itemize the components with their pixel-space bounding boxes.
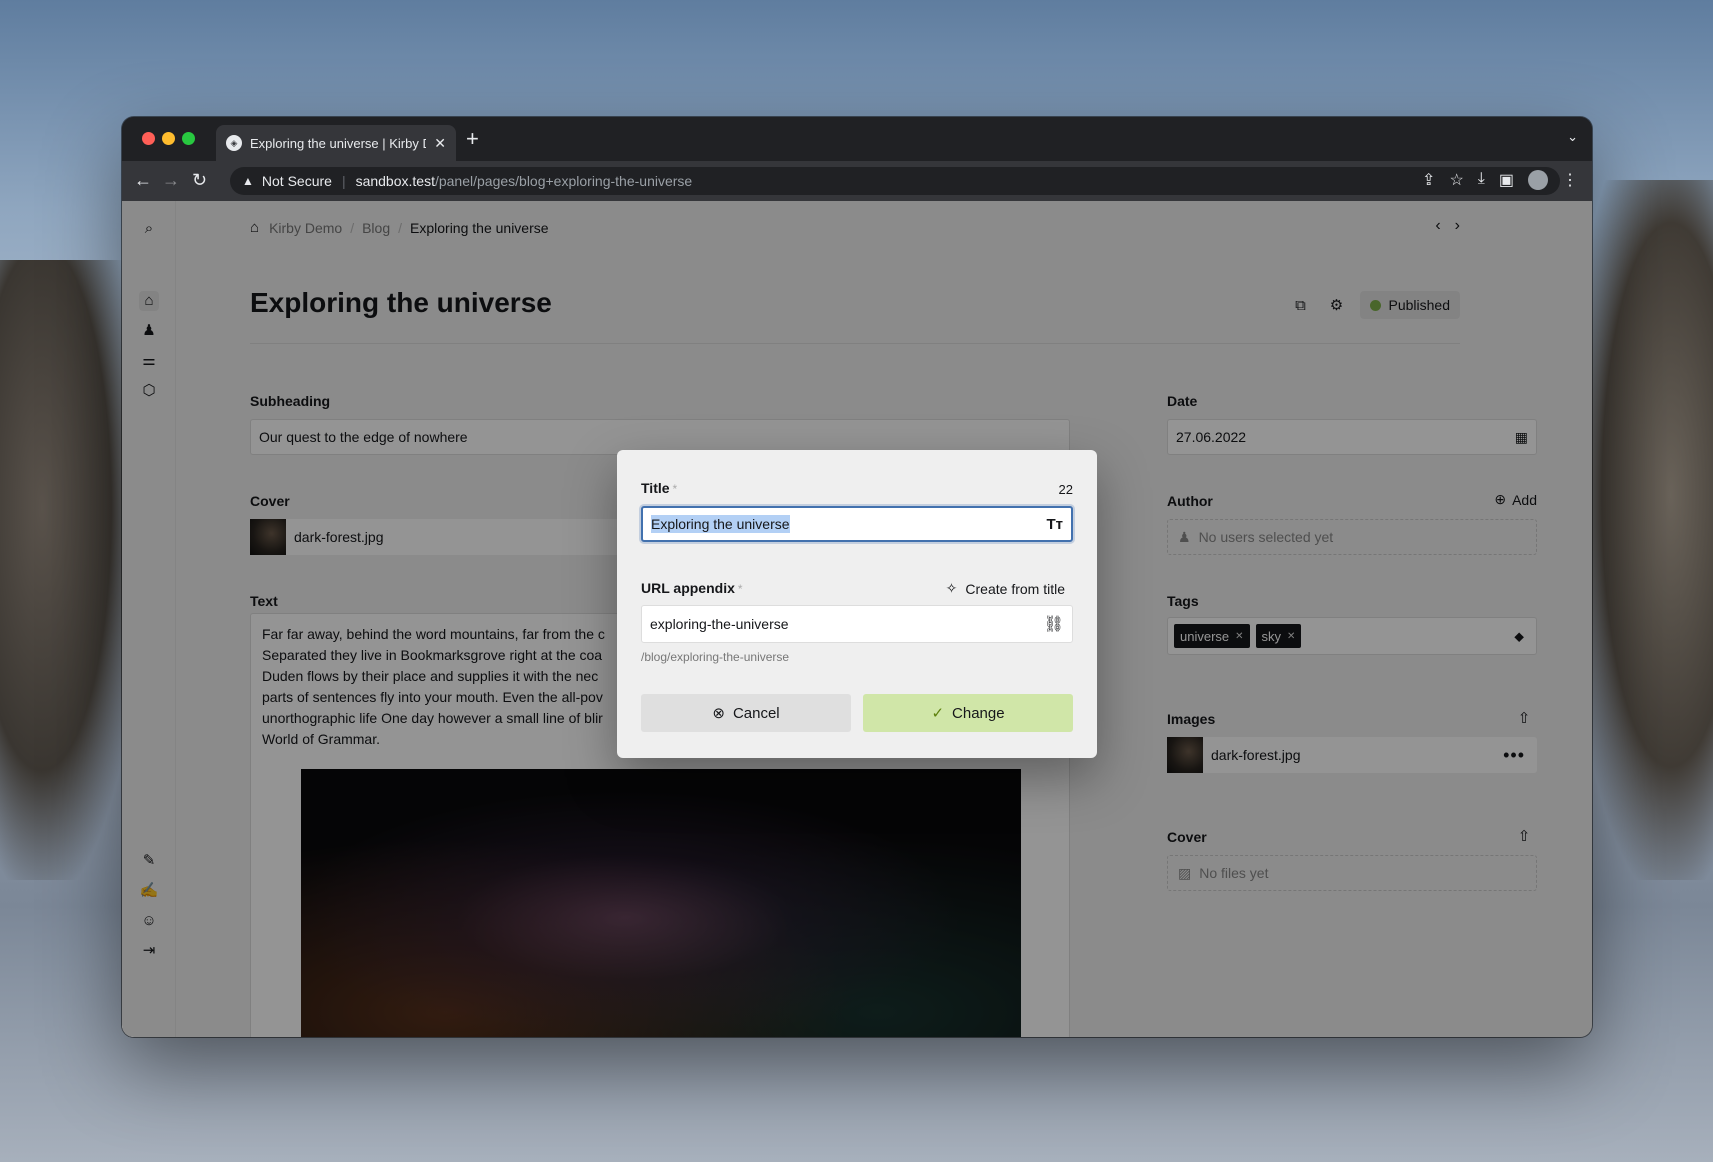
url-label-text: URL appendix bbox=[641, 580, 735, 596]
tab-search-chevron-icon[interactable]: ⌄ bbox=[1567, 129, 1578, 145]
reload-icon[interactable]: ↻ bbox=[192, 169, 207, 191]
change-title-dialog: Title * 22 Exploring the universe Tт URL … bbox=[617, 450, 1097, 758]
forward-arrow-icon[interactable]: → bbox=[162, 169, 180, 191]
slug-path-help: /blog/exploring-the-universe bbox=[641, 650, 790, 664]
url-field-label: URL appendix * bbox=[641, 580, 743, 596]
kirby-panel: ⌕ ⌂ ♟ ⚌ ⬡ ✎ ✍ ☺ ⇥ ⌂ Kirby Demo / Blog / … bbox=[122, 201, 1592, 1037]
title-label-text: Title bbox=[641, 480, 670, 496]
menu-kebab-icon[interactable]: ⋮ bbox=[1562, 170, 1578, 190]
browser-tab[interactable]: ◈ Exploring the universe | Kirby D ✕ bbox=[216, 125, 456, 161]
tab-title: Exploring the universe | Kirby D bbox=[250, 135, 427, 151]
tab-close-icon[interactable]: ✕ bbox=[434, 135, 446, 152]
close-window-button[interactable] bbox=[142, 132, 155, 145]
create-from-title-label: Create from title bbox=[965, 580, 1065, 597]
slug-value: exploring-the-universe bbox=[650, 616, 789, 632]
cancel-label: Cancel bbox=[732, 704, 780, 722]
create-from-title-button[interactable]: ✧ Create from title bbox=[946, 580, 1065, 597]
magic-wand-icon: ✧ bbox=[945, 580, 958, 596]
bookmark-star-icon[interactable]: ☆ bbox=[1449, 170, 1463, 190]
character-counter: 22 bbox=[1058, 482, 1073, 497]
profile-avatar[interactable] bbox=[1528, 170, 1548, 190]
address-bar[interactable]: ▲ Not Secure | sandbox.test /panel/pages… bbox=[230, 167, 1560, 195]
check-circle-icon: ✓ bbox=[931, 705, 945, 722]
side-panel-icon[interactable]: ▣ bbox=[1499, 170, 1514, 190]
new-tab-button[interactable]: + bbox=[466, 127, 479, 151]
title-field-label: Title * bbox=[641, 480, 677, 496]
required-mark: * bbox=[737, 582, 743, 596]
cancel-circle-icon: ⊗ bbox=[712, 705, 725, 722]
url-appendix-input[interactable]: exploring-the-universe ⛓ bbox=[641, 605, 1073, 643]
title-input[interactable]: Exploring the universe Tт bbox=[641, 506, 1073, 542]
maximize-window-button[interactable] bbox=[182, 132, 195, 145]
url-host: sandbox.test bbox=[355, 173, 435, 189]
url-path: /panel/pages/blog+exploring-the-universe bbox=[434, 173, 693, 189]
warning-icon: ▲ bbox=[242, 174, 254, 188]
browser-toolbar: ← → ↻ ▲ Not Secure | sandbox.test /panel… bbox=[122, 161, 1592, 201]
address-separator: | bbox=[341, 173, 346, 189]
background-rocks-left bbox=[0, 260, 140, 880]
toolbar-icons: ⇪ ☆ ⤓ ▣ ⋮ bbox=[1422, 170, 1578, 190]
kirby-favicon-icon: ◈ bbox=[226, 135, 242, 151]
required-mark: * bbox=[672, 482, 678, 496]
share-icon[interactable]: ⇪ bbox=[1422, 170, 1435, 190]
change-label: Change bbox=[952, 704, 1005, 722]
link-icon: ⛓ bbox=[1043, 616, 1064, 633]
change-button[interactable]: ✓ Change bbox=[863, 694, 1073, 732]
tab-bar: ◈ Exploring the universe | Kirby D ✕ + ⌄ bbox=[122, 117, 1592, 161]
browser-window: ◈ Exploring the universe | Kirby D ✕ + ⌄… bbox=[122, 117, 1592, 1037]
cancel-button[interactable]: ⊗ Cancel bbox=[641, 694, 851, 732]
background-rocks-right bbox=[1573, 180, 1713, 880]
text-format-icon: Tт bbox=[1046, 515, 1063, 533]
back-arrow-icon[interactable]: ← bbox=[134, 169, 152, 191]
title-input-value: Exploring the universe bbox=[651, 515, 790, 533]
download-icon[interactable]: ⤓ bbox=[1478, 170, 1485, 190]
not-secure-label: Not Secure bbox=[261, 173, 332, 189]
minimize-window-button[interactable] bbox=[162, 132, 175, 145]
